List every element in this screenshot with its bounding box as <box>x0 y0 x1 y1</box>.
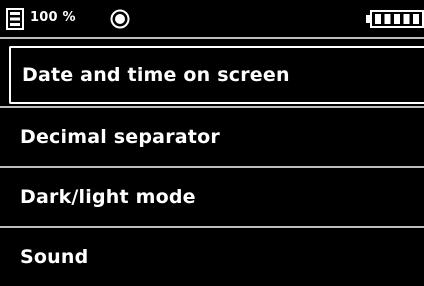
divider <box>0 37 424 39</box>
storage-icon <box>6 8 24 30</box>
battery-icon <box>366 10 424 28</box>
menu-item-label: Decimal separator <box>20 126 220 148</box>
menu-item-date-time-on-screen[interactable]: Date and time on screen <box>9 46 424 104</box>
storage-percent: 100 % <box>30 10 76 25</box>
menu-item-dark-light-mode[interactable]: Dark/light mode <box>0 168 424 226</box>
battery-cell <box>375 14 381 24</box>
status-bar: 100 % <box>0 0 424 36</box>
menu-item-label: Date and time on screen <box>22 64 290 86</box>
record-icon <box>110 9 130 29</box>
menu-item-label: Dark/light mode <box>20 186 196 208</box>
battery-cell <box>394 14 400 24</box>
battery-cell <box>384 14 391 24</box>
menu-item-sound[interactable]: Sound <box>0 228 424 286</box>
battery-cell <box>403 14 410 24</box>
menu-item-decimal-separator[interactable]: Decimal separator <box>0 108 424 166</box>
menu-item-label: Sound <box>20 246 89 268</box>
battery-cell <box>413 14 419 24</box>
